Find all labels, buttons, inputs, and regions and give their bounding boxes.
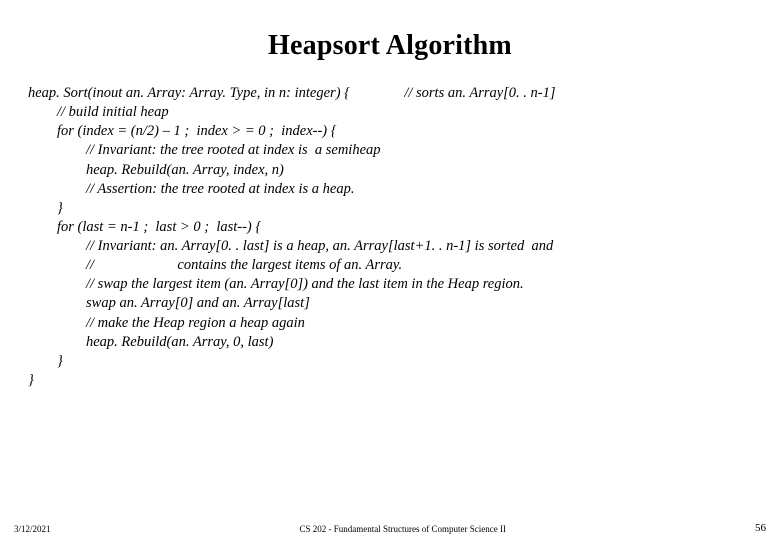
code-line-9: // Invariant: an. Array[0. . last] is a … <box>28 238 557 254</box>
code-line-5: heap. Rebuild(an. Array, index, n) <box>28 162 284 178</box>
footer-course: CS 202 - Fundamental Structures of Compu… <box>51 524 755 534</box>
code-line-7: } <box>28 200 63 216</box>
code-line-15: } <box>28 353 63 369</box>
code-block: heap. Sort(inout an. Array: Array. Type,… <box>28 84 752 390</box>
code-line-13: // make the Heap region a heap again <box>28 315 305 331</box>
code-line-10: // contains the largest items of an. Arr… <box>28 257 402 273</box>
footer-page: 56 <box>755 522 766 534</box>
code-line-3: for (index = (n/2) – 1 ; index > = 0 ; i… <box>28 123 337 139</box>
code-line-14: heap. Rebuild(an. Array, 0, last) <box>28 334 273 350</box>
slide-title: Heapsort Algorithm <box>28 30 752 62</box>
slide: Heapsort Algorithm heap. Sort(inout an. … <box>0 0 780 540</box>
code-line-6: // Assertion: the tree rooted at index i… <box>28 181 354 197</box>
code-line-1b: // sorts an. Array[0. . n-1] <box>404 85 555 101</box>
footer: 3/12/2021 CS 202 - Fundamental Structure… <box>0 522 780 534</box>
code-line-8: for (last = n-1 ; last > 0 ; last--) { <box>28 219 261 235</box>
code-line-1a: heap. Sort(inout an. Array: Array. Type,… <box>28 85 350 101</box>
code-line-12: swap an. Array[0] and an. Array[last] <box>28 295 310 311</box>
code-line-4: // Invariant: the tree rooted at index i… <box>28 142 381 158</box>
code-line-2: // build initial heap <box>28 104 169 120</box>
code-line-11: // swap the largest item (an. Array[0]) … <box>28 276 524 292</box>
footer-date: 3/12/2021 <box>14 524 51 534</box>
code-line-16: } <box>28 372 34 388</box>
